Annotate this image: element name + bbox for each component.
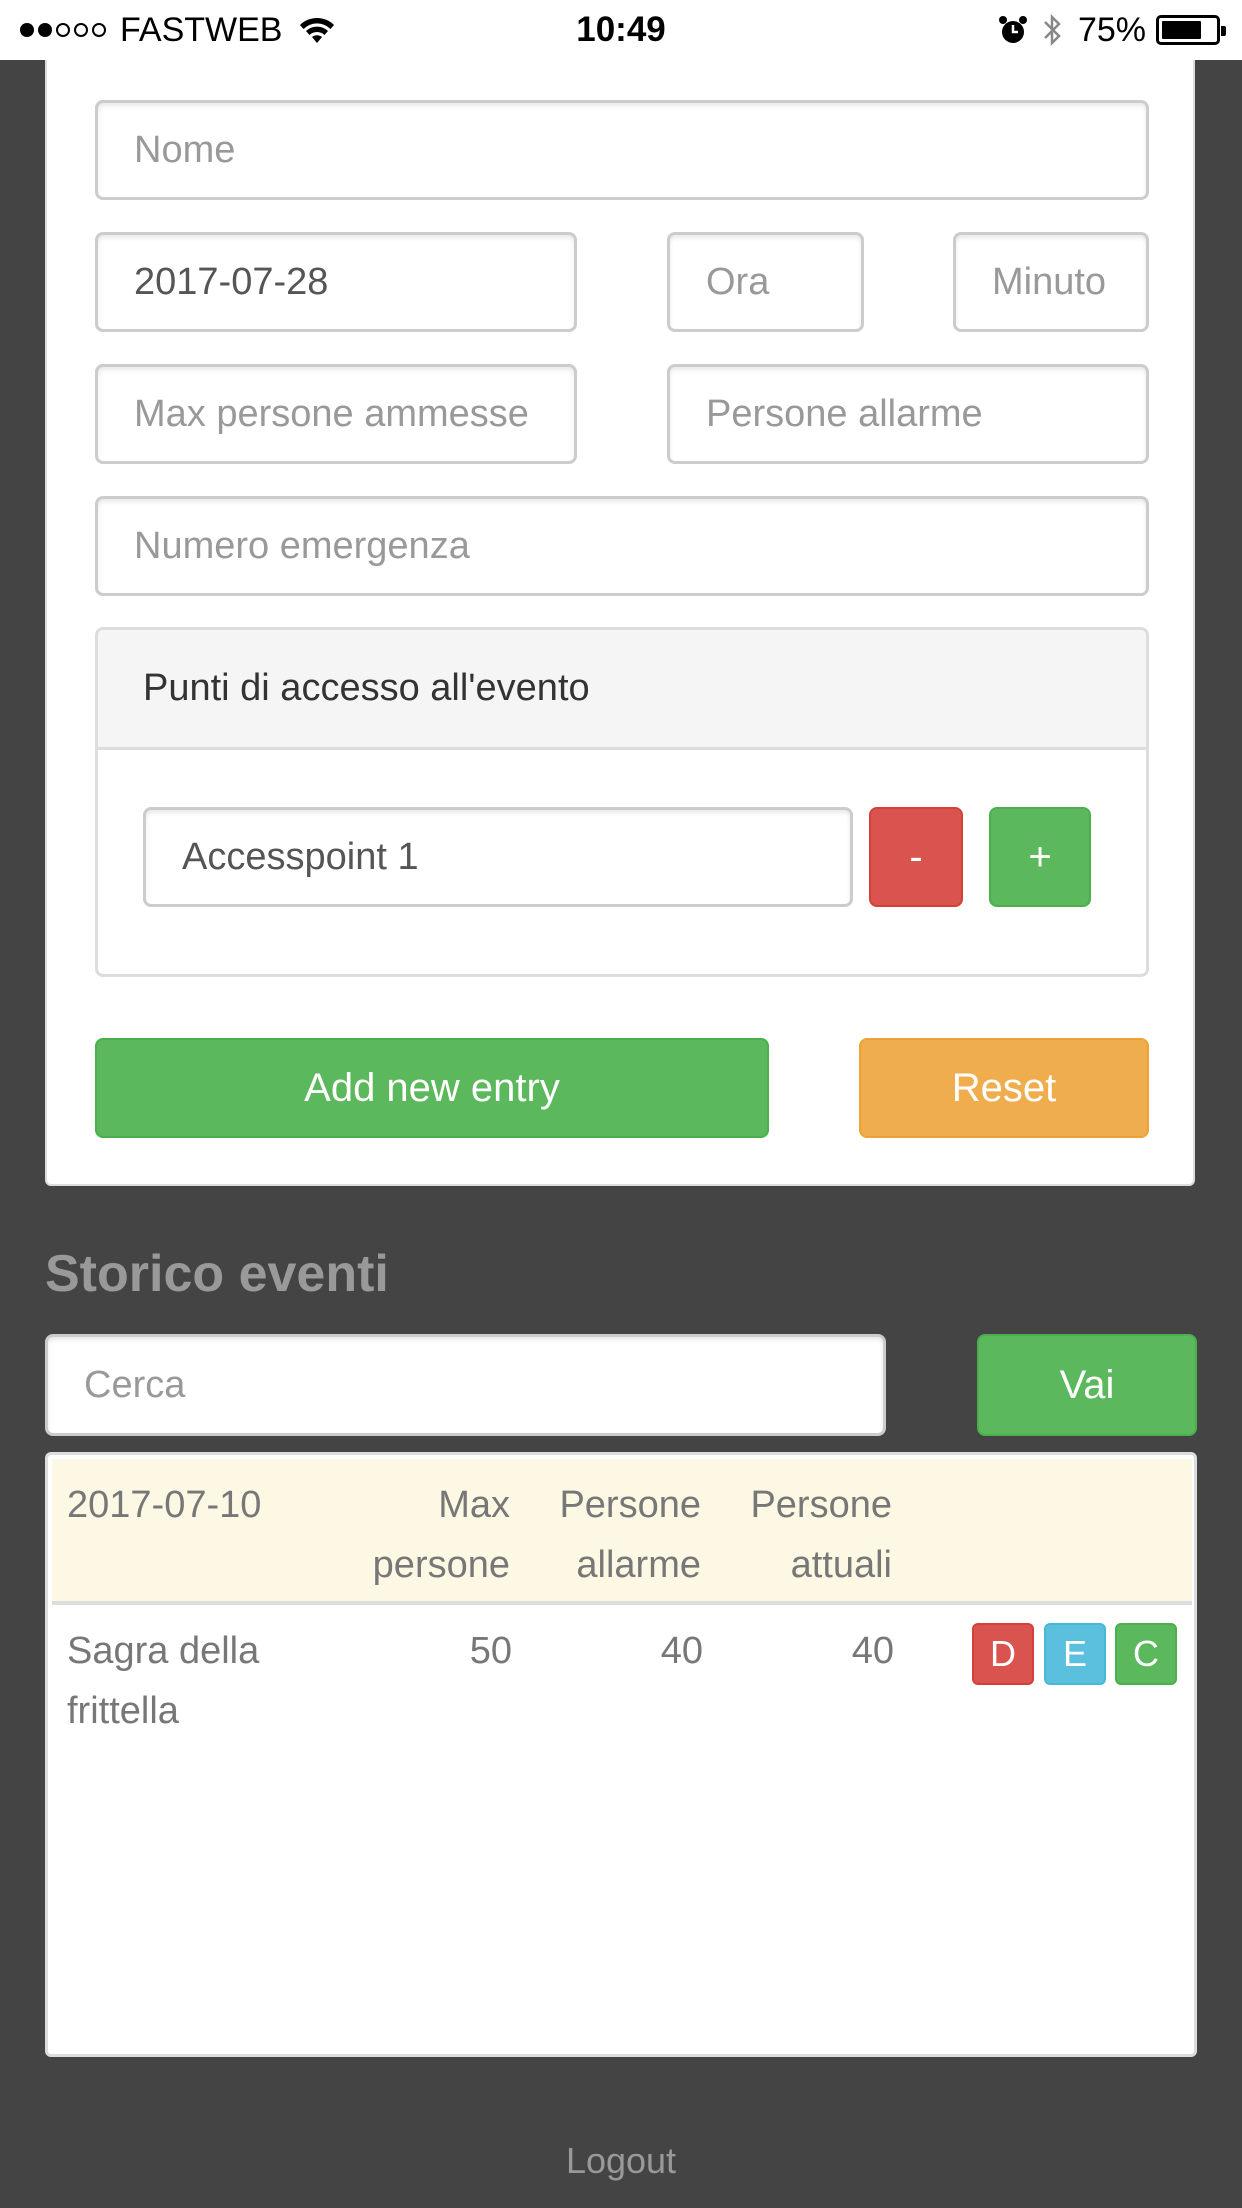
reset-button[interactable]: Reset <box>859 1038 1149 1138</box>
battery-percentage: 75% <box>1077 10 1146 49</box>
events-table: 2017-07-10 Max persone Persone allarme P… <box>45 1452 1197 2057</box>
confirm-event-button[interactable]: C <box>1115 1623 1177 1685</box>
alarm-people-input[interactable]: Persone allarme <box>667 364 1149 464</box>
search-go-button[interactable]: Vai <box>977 1334 1197 1436</box>
status-bar: FASTWEB 10:49 75% <box>0 0 1242 60</box>
minute-input[interactable]: Minuto <box>953 232 1149 332</box>
name-input[interactable]: Nome <box>95 100 1149 200</box>
event-max-people: 50 <box>469 1630 512 1672</box>
add-accesspoint-button[interactable]: + <box>989 807 1091 907</box>
history-title: Storico eventi <box>45 1245 389 1303</box>
edit-event-button[interactable]: E <box>1044 1623 1106 1685</box>
battery-icon <box>1156 15 1226 45</box>
alarm-clock-icon <box>998 16 1027 43</box>
emergency-number-input[interactable]: Numero emergenza <box>95 496 1149 596</box>
header-max-people: Max persone <box>372 1484 510 1586</box>
event-alarm-people: 40 <box>660 1630 703 1672</box>
status-bar-right: 75% <box>998 10 1226 50</box>
event-current-people: 40 <box>851 1630 894 1672</box>
bluetooth-icon <box>1044 13 1061 47</box>
hour-input[interactable]: Ora <box>667 232 864 332</box>
table-header: 2017-07-10 Max persone Persone allarme P… <box>52 1459 1192 1605</box>
access-points-panel-title: Punti di accesso all'evento <box>98 630 1146 750</box>
accesspoint-input[interactable]: Accesspoint 1 <box>143 807 853 907</box>
remove-accesspoint-button[interactable]: - <box>869 807 963 907</box>
header-alarm-people: Persone allarme <box>559 1484 701 1586</box>
header-date: 2017-07-10 <box>67 1484 262 1526</box>
event-form-card: Nome 2017-07-28 Ora Minuto Max persone a… <box>45 60 1195 1186</box>
event-name: Sagra della frittella <box>67 1630 260 1732</box>
search-input[interactable]: Cerca <box>45 1334 886 1436</box>
delete-event-button[interactable]: D <box>972 1623 1034 1685</box>
header-current-people: Persone attuali <box>750 1484 892 1586</box>
logout-link[interactable]: Logout <box>0 2140 1242 2182</box>
date-input[interactable]: 2017-07-28 <box>95 232 577 332</box>
max-people-input[interactable]: Max persone ammesse <box>95 364 577 464</box>
add-new-entry-button[interactable]: Add new entry <box>95 1038 769 1138</box>
access-points-panel: Punti di accesso all'evento Accesspoint … <box>95 627 1149 977</box>
